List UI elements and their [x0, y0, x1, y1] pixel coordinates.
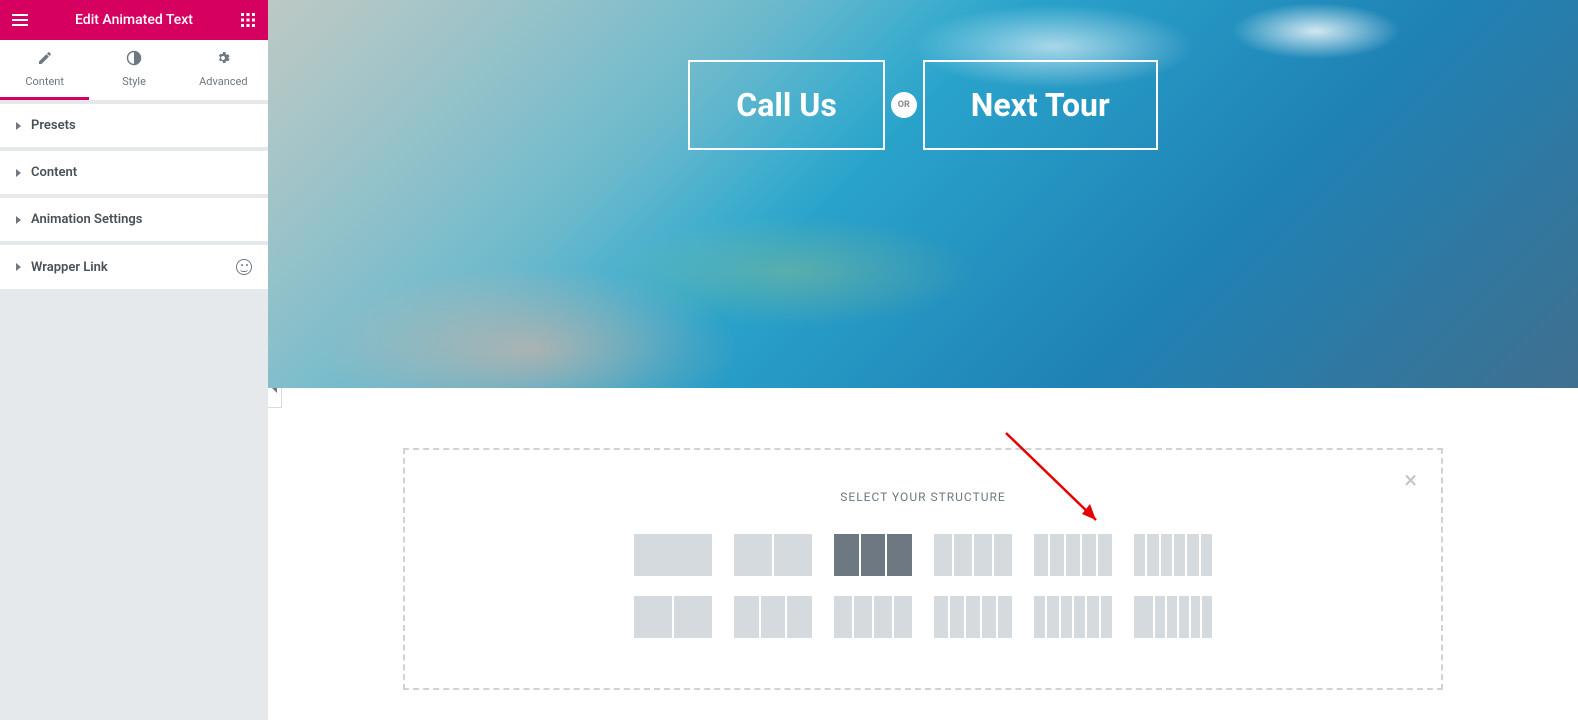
structure-option-2col-b[interactable]	[634, 596, 712, 638]
structure-option-2col[interactable]	[734, 534, 812, 576]
panel-wrapper-label: Wrapper Link	[31, 260, 108, 275]
structure-option-3col[interactable]	[834, 534, 912, 576]
structure-row	[634, 596, 1212, 638]
tab-style[interactable]: Style	[89, 40, 178, 100]
panel-content[interactable]: Content	[0, 151, 268, 194]
tab-advanced[interactable]: Advanced	[179, 40, 268, 100]
menu-button[interactable]	[0, 0, 40, 40]
hero-section: Call Us OR Next Tour	[268, 0, 1578, 388]
sidebar-tabs: Content Style Advanced	[0, 40, 268, 100]
sidebar-title: Edit Animated Text	[75, 12, 193, 28]
grid-icon	[241, 13, 255, 27]
sidebar-header: Edit Animated Text	[0, 0, 268, 40]
structure-option-6col-b[interactable]	[1034, 596, 1112, 638]
structure-row	[634, 534, 1212, 576]
panel-animation-settings[interactable]: Animation Settings	[0, 198, 268, 241]
structure-option-left-heavy[interactable]	[1134, 596, 1212, 638]
hamburger-icon	[12, 14, 28, 26]
panel-list: Presets Content Animation Settings Wrapp…	[0, 104, 268, 289]
structure-option-4col[interactable]	[934, 534, 1012, 576]
structure-option-6col[interactable]	[1134, 534, 1212, 576]
caret-right-icon	[16, 216, 21, 224]
caret-right-icon	[16, 122, 21, 130]
contrast-icon	[126, 50, 142, 66]
next-tour-button[interactable]: Next Tour	[923, 60, 1158, 150]
tab-content-label: Content	[25, 75, 64, 88]
structure-option-5col-b[interactable]	[934, 596, 1012, 638]
tab-content[interactable]: Content	[0, 40, 89, 100]
call-us-button[interactable]: Call Us	[688, 60, 884, 150]
preview-canvas: Call Us OR Next Tour × SELECT YOUR STRUC…	[268, 0, 1578, 720]
tab-advanced-label: Advanced	[199, 75, 247, 88]
structure-option-5col[interactable]	[1034, 534, 1112, 576]
panel-presets-label: Presets	[31, 118, 76, 133]
panel-wrapper-link[interactable]: Wrapper Link	[0, 245, 268, 289]
gear-icon	[215, 50, 231, 66]
caret-right-icon	[16, 169, 21, 177]
editor-sidebar: Edit Animated Text Content Style Advance…	[0, 0, 268, 720]
caret-right-icon	[16, 263, 21, 271]
tab-style-label: Style	[122, 75, 146, 88]
panel-content-label: Content	[31, 165, 77, 180]
close-icon[interactable]: ×	[1404, 468, 1417, 492]
structure-option-3col-b[interactable]	[734, 596, 812, 638]
widgets-button[interactable]	[228, 0, 268, 40]
panel-animation-label: Animation Settings	[31, 212, 142, 227]
structure-option-4col-b[interactable]	[834, 596, 912, 638]
structure-picker: × SELECT YOUR STRUCTURE	[403, 448, 1443, 690]
separator-badge: OR	[891, 92, 917, 118]
pencil-icon	[37, 50, 53, 66]
happy-addons-icon	[236, 259, 252, 275]
panel-presets[interactable]: Presets	[0, 104, 268, 147]
structure-picker-title: SELECT YOUR STRUCTURE	[465, 490, 1381, 504]
structure-option-1col[interactable]	[634, 534, 712, 576]
